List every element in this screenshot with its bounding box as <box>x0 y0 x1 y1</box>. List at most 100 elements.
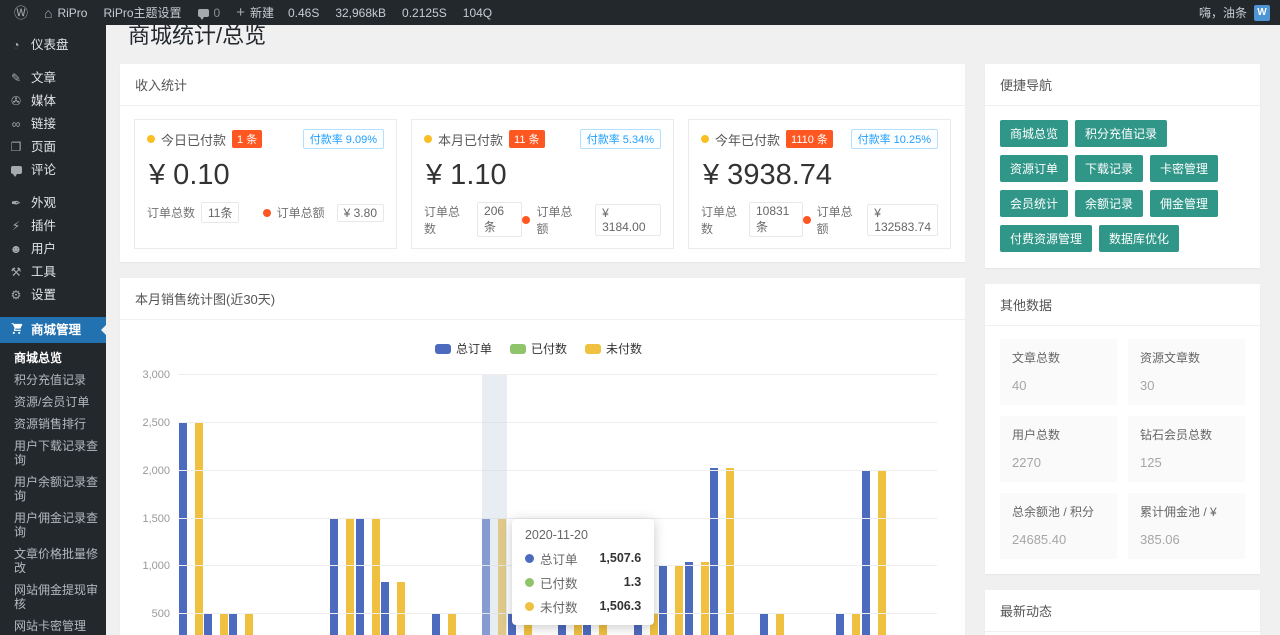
quick-nav-button-1[interactable]: 积分充值记录 <box>1075 120 1167 147</box>
other-data-title: 其他数据 <box>985 284 1260 326</box>
chart-plot[interactable]: 2020-11-20 总订单 1,507.6 已付数 1.3 <box>178 375 937 635</box>
bar-group[interactable] <box>178 375 203 635</box>
sidebar-item-tools[interactable]: ⚒工具 <box>0 261 106 284</box>
sidebar-item-users[interactable]: ☻用户 <box>0 238 106 261</box>
bar-group[interactable] <box>406 375 431 635</box>
y-axis-label: 1,500 <box>142 513 170 525</box>
y-axis-label: 2,500 <box>142 417 170 429</box>
sidebar-item-media[interactable]: ✇媒体 <box>0 90 106 113</box>
bar-total <box>685 562 693 635</box>
menu-separator <box>0 307 106 317</box>
quick-nav-button-5[interactable]: 会员统计 <box>1000 190 1068 217</box>
other-data-label: 钻石会员总数 <box>1140 426 1233 443</box>
links-icon: ∞ <box>9 118 23 131</box>
quick-nav-button-7[interactable]: 佣金管理 <box>1150 190 1218 217</box>
bar-group[interactable] <box>203 375 228 635</box>
bar-group[interactable] <box>229 375 254 635</box>
sidebar: ◔仪表盘 ✎文章✇媒体∞链接❐页面评论 ✒外观⚡插件☻用户⚒工具⚙设置商城管理 商城… <box>0 25 106 635</box>
quick-nav-button-0[interactable]: 商城总览 <box>1000 120 1068 147</box>
sidebar-item-settings[interactable]: ⚙设置 <box>0 284 106 307</box>
user-avatar[interactable]: W <box>1254 5 1270 21</box>
sidebar-item-dashboard[interactable]: ◔仪表盘 <box>0 34 106 57</box>
orange-dot-icon <box>522 216 530 224</box>
other-data-cell-3: 钻石会员总数125 <box>1128 416 1245 482</box>
bar-group[interactable] <box>254 375 279 635</box>
bar-group[interactable] <box>785 375 810 635</box>
quick-nav-button-2[interactable]: 资源订单 <box>1000 155 1068 182</box>
bar-group[interactable] <box>659 375 684 635</box>
quick-nav-button-3[interactable]: 下载记录 <box>1075 155 1143 182</box>
quick-nav-button-8[interactable]: 付费资源管理 <box>1000 225 1092 252</box>
quick-nav-button-4[interactable]: 卡密管理 <box>1150 155 1218 182</box>
adminbar-greeting[interactable]: 嗨，油条 <box>1199 4 1247 21</box>
bar-unpaid <box>701 562 709 635</box>
bar-group[interactable] <box>279 375 304 635</box>
adminbar-site-link[interactable]: ⌂ RiPro <box>36 0 95 25</box>
sidebar-item-plugins[interactable]: ⚡插件 <box>0 215 106 238</box>
adminbar-new-button[interactable]: + 新建 <box>228 0 282 25</box>
bar-group[interactable] <box>431 375 456 635</box>
bar-total <box>381 582 389 635</box>
bar-unpaid <box>852 614 860 635</box>
bar-group[interactable] <box>330 375 355 635</box>
quick-nav-button-6[interactable]: 余额记录 <box>1075 190 1143 217</box>
legend-item-total[interactable]: 总订单 <box>435 340 492 357</box>
wp-logo-icon[interactable]: Ⓦ <box>6 0 36 25</box>
adminbar-perf-stats: 0.46S32,968kB0.2125S104Q <box>282 6 492 20</box>
tooltip-row-unpaid: 未付数 1,506.3 <box>525 597 641 616</box>
income-card-2: 今年已付款1110 条付款率 10.25%¥ 3938.74订单总数10831条… <box>688 119 951 249</box>
sidebar-subitem-2[interactable]: 资源/会员订单 <box>0 391 106 413</box>
sidebar-subitem-7[interactable]: 文章价格批量修改 <box>0 543 106 579</box>
bar-group[interactable] <box>355 375 380 635</box>
bar-group[interactable] <box>861 375 886 635</box>
income-card-label: 今日已付款 <box>161 130 226 149</box>
bar-total <box>179 423 187 635</box>
bar-group[interactable] <box>886 375 911 635</box>
sidebar-item-pages[interactable]: ❐页面 <box>0 136 106 159</box>
sidebar-subitem-4[interactable]: 用户下载记录查询 <box>0 435 106 471</box>
income-card-footer: 订单总数10831条订单总额¥ 132583.74 <box>701 202 938 237</box>
sidebar-item-label: 仪表盘 <box>31 39 69 52</box>
bar-group[interactable] <box>684 375 709 635</box>
sidebar-subitem-0[interactable]: 商城总览 <box>0 347 106 369</box>
sidebar-subitem-1[interactable]: 积分充值记录 <box>0 369 106 391</box>
bar-total <box>356 519 364 635</box>
legend-item-unpaid[interactable]: 未付数 <box>585 340 642 357</box>
bar-group[interactable] <box>709 375 734 635</box>
sidebar-subitem-9[interactable]: 网站卡密管理 <box>0 615 106 635</box>
bar-group[interactable] <box>380 375 405 635</box>
income-card-footer: 订单总数206条订单总额¥ 3184.00 <box>424 202 661 237</box>
chart-panel-title: 本月销售统计图(近30天) <box>120 278 965 320</box>
adminbar-comments[interactable]: 0 <box>190 0 229 25</box>
quick-nav-button-9[interactable]: 数据库优化 <box>1099 225 1179 252</box>
bar-group[interactable] <box>760 375 785 635</box>
tooltip-dot-total <box>525 554 534 563</box>
comments-bubble-icon <box>198 9 209 17</box>
posts-icon: ✎ <box>9 72 23 85</box>
sidebar-item-comments[interactable]: 评论 <box>0 159 106 182</box>
sidebar-item-appearance[interactable]: ✒外观 <box>0 192 106 215</box>
bar-group[interactable] <box>304 375 329 635</box>
sidebar-item-shop[interactable]: 商城管理 <box>0 317 106 343</box>
sidebar-item-posts[interactable]: ✎文章 <box>0 67 106 90</box>
y-axis-label: 3,000 <box>142 369 170 381</box>
bar-group[interactable] <box>912 375 937 635</box>
other-data-cell-5: 累计佣金池 / ¥385.06 <box>1128 493 1245 559</box>
bar-group[interactable] <box>456 375 481 635</box>
sidebar-subitem-3[interactable]: 资源销售排行 <box>0 413 106 435</box>
adminbar-theme-settings[interactable]: RiPro主题设置 <box>95 0 189 25</box>
sidebar-item-label: 商城管理 <box>31 324 81 337</box>
sidebar-subitem-5[interactable]: 用户余额记录查询 <box>0 471 106 507</box>
bar-group[interactable] <box>836 375 861 635</box>
bar-group[interactable] <box>735 375 760 635</box>
sidebar-subitem-6[interactable]: 用户佣金记录查询 <box>0 507 106 543</box>
sales-chart-panel: 本月销售统计图(近30天) 总订单 已付数 未付数 <box>120 278 965 635</box>
income-card-1: 本月已付款11 条付款率 5.34%¥ 1.10订单总数206条订单总额¥ 31… <box>411 119 674 249</box>
tools-icon: ⚒ <box>9 266 23 279</box>
other-data-label: 资源文章数 <box>1140 349 1233 366</box>
sidebar-item-links[interactable]: ∞链接 <box>0 113 106 136</box>
sidebar-subitem-8[interactable]: 网站佣金提现审核 <box>0 579 106 615</box>
appearance-icon: ✒ <box>9 197 23 210</box>
bar-group[interactable] <box>810 375 835 635</box>
legend-item-paid[interactable]: 已付数 <box>510 340 567 357</box>
